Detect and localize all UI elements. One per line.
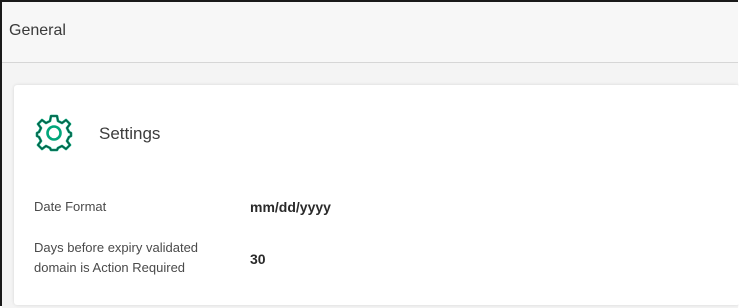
settings-title: Settings <box>99 124 161 143</box>
date-format-label: Date Format <box>34 199 107 214</box>
gear-icon <box>35 114 73 152</box>
days-before-expiry-label-line2: domain is Action Required <box>34 260 186 275</box>
days-before-expiry-value: 30 <box>250 251 266 267</box>
date-format-value: mm/dd/yyyy <box>250 199 331 215</box>
days-before-expiry-label-line1: Days before expiry validated <box>34 240 199 255</box>
section-title: General <box>9 22 66 39</box>
section-header: General <box>2 2 738 63</box>
days-before-expiry-label: Days before expiry validated domain is A… <box>34 238 254 278</box>
